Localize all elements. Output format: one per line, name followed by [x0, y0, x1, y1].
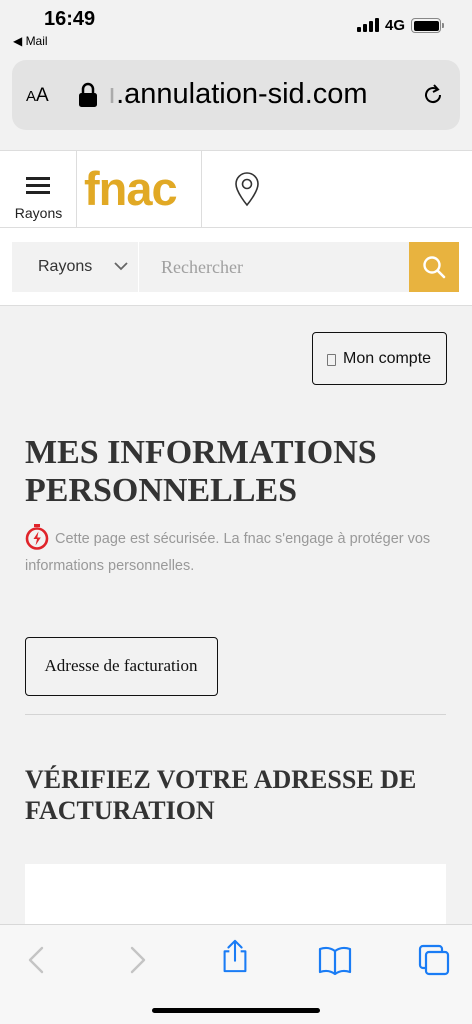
site-header: Rayons fnac — [0, 150, 472, 228]
billing-address-button[interactable]: Adresse de facturation — [25, 637, 218, 696]
tabs-icon[interactable] — [417, 943, 451, 977]
search-bar: Rayons — [0, 228, 472, 306]
text-size-button[interactable]: AA — [26, 85, 49, 107]
reload-icon[interactable] — [422, 84, 444, 106]
section-title: VÉRIFIEZ VOTRE ADRESSE DE FACTURATION — [25, 765, 417, 825]
billing-form-card — [25, 864, 446, 928]
battery-icon — [411, 18, 444, 33]
address-bar[interactable]: AA ı.annulation-sid.com — [12, 60, 460, 130]
search-icon — [423, 256, 446, 279]
bookmarks-icon[interactable] — [318, 943, 352, 977]
page-title: MES INFORMATIONS PERSONNELLES — [25, 434, 377, 509]
security-notice: Cette page est sécurisée. La fnac s'enga… — [25, 531, 431, 574]
fnac-logo-link[interactable]: fnac — [78, 151, 202, 227]
forward-arrow-icon[interactable] — [120, 943, 154, 977]
status-time: 16:49 — [44, 8, 96, 30]
share-icon[interactable] — [218, 939, 252, 973]
back-to-app-link[interactable]: ◀ Mail — [13, 34, 48, 48]
chevron-down-icon — [114, 262, 128, 271]
hamburger-icon — [26, 177, 50, 195]
search-button[interactable] — [409, 242, 459, 292]
my-account-label: Mon compte — [343, 350, 432, 367]
home-indicator[interactable] — [152, 1008, 320, 1013]
rayons-menu-label: Rayons — [14, 205, 63, 221]
account-icon — [327, 354, 336, 366]
back-arrow-icon[interactable] — [20, 943, 54, 977]
network-type: 4G — [385, 17, 406, 34]
url-text[interactable]: ı.annulation-sid.com — [108, 78, 368, 111]
status-bar: 16:49 ◀ Mail 4G — [0, 0, 472, 56]
billing-address-label: Adresse de facturation — [44, 656, 198, 675]
rayons-menu-button[interactable]: Rayons — [0, 151, 77, 227]
category-select[interactable]: Rayons — [12, 242, 138, 292]
fnac-logo: fnac — [84, 162, 178, 215]
my-account-button[interactable]: Mon compte — [312, 332, 447, 385]
divider — [25, 714, 446, 715]
category-select-label: Rayons — [38, 258, 93, 275]
location-pin-icon[interactable] — [232, 171, 262, 207]
search-input[interactable] — [139, 242, 409, 292]
signal-icon — [357, 18, 379, 32]
lock-icon — [79, 82, 97, 107]
